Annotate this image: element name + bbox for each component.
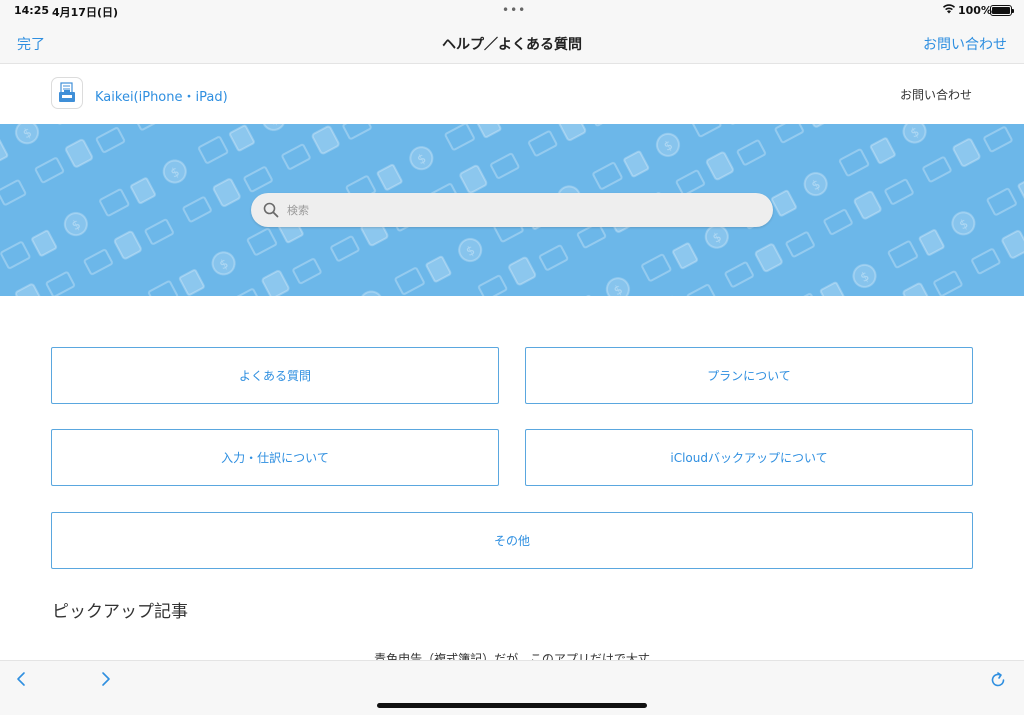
pickup-article-link[interactable]: 青色申告（複式簿記）だが、このアプリだけで大丈 (0, 650, 1024, 660)
app-name-link[interactable]: Kaikei(iPhone・iPad) (95, 86, 228, 105)
battery-percentage: 100% (958, 4, 992, 17)
nav-contact-button[interactable]: お問い合わせ (923, 34, 1007, 54)
status-time: 14:25 (14, 4, 50, 17)
back-chevron-icon[interactable] (14, 669, 30, 689)
page-title: ヘルプ／よくある質問 (442, 37, 582, 53)
status-date: 4月17日(日) (52, 6, 119, 19)
battery-icon (990, 5, 1014, 16)
home-indicator[interactable] (377, 703, 647, 708)
multitasking-dots-icon[interactable]: ••• (502, 3, 526, 17)
category-plans-button[interactable]: プランについて (525, 347, 973, 404)
search-bar[interactable] (251, 193, 773, 227)
category-other-button[interactable]: その他 (51, 512, 973, 569)
pickup-heading: ピックアップ記事 (52, 602, 188, 622)
wifi-icon (942, 4, 956, 14)
search-icon (263, 202, 279, 218)
done-button[interactable]: 完了 (17, 34, 45, 54)
navigation-bar: 完了 ヘルプ／よくある質問 お問い合わせ (0, 22, 1024, 64)
header-contact-link[interactable]: お問い合わせ (900, 86, 972, 103)
forward-chevron-icon[interactable] (98, 669, 114, 689)
app-logo-icon[interactable] (51, 77, 83, 109)
category-icloud-button[interactable]: iCloudバックアップについて (525, 429, 973, 486)
status-bar: 14:25 4月17日(日) ••• 100% (0, 0, 1024, 22)
reload-icon[interactable] (988, 670, 1008, 690)
app-header: Kaikei(iPhone・iPad) お問い合わせ (0, 64, 1024, 124)
category-faq-button[interactable]: よくある質問 (51, 347, 499, 404)
hero-banner: $ (0, 124, 1024, 296)
category-entry-button[interactable]: 入力・仕訳について (51, 429, 499, 486)
search-input[interactable] (285, 193, 755, 227)
